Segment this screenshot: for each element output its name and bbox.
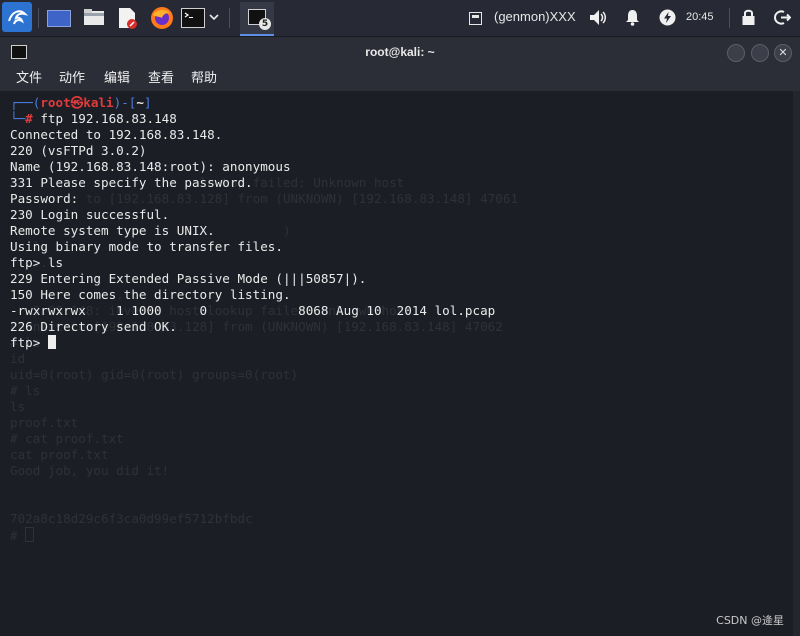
- output-line: Password:: [10, 191, 79, 206]
- file-manager-icon[interactable]: [83, 8, 105, 26]
- ghost-line: #: [10, 527, 35, 543]
- ghost-line: uid=0(root) gid=0(root) groups=0(root): [10, 367, 299, 382]
- output-line: Name (192.168.83.148:root): anonymous: [10, 159, 291, 174]
- ghost-line: # ls: [10, 383, 41, 398]
- prompt-bracket: ]: [143, 95, 152, 110]
- chevron-down-icon[interactable]: [208, 9, 220, 25]
- menu-file[interactable]: 文件: [16, 67, 42, 91]
- prompt-command: ftp 192.168.83.148: [32, 111, 177, 126]
- close-button[interactable]: ✕: [774, 44, 792, 62]
- ghost-line: id: [10, 351, 26, 366]
- output-line: 220 (vsFTPd 3.0.2): [10, 143, 147, 158]
- output-line: ftp> ls: [10, 255, 64, 270]
- watermark: CSDN @逄星: [716, 614, 784, 627]
- firefox-icon[interactable]: [150, 6, 174, 30]
- ghost-line: cat proof.txt: [10, 447, 109, 462]
- ghost-line: # cat proof.txt: [10, 431, 124, 446]
- terminal-scrollbar[interactable]: [793, 91, 800, 636]
- panel-separator: [38, 8, 39, 28]
- text-cursor: [47, 335, 56, 349]
- genmon-label[interactable]: (genmon)XXX: [494, 9, 576, 24]
- menu-bar: 文件 动作 编辑 查看 帮助: [0, 67, 800, 91]
- prompt-corner: ┌──(: [10, 95, 41, 110]
- output-line: Connected to 192.168.83.148.: [10, 127, 223, 142]
- window-count-badge: 5: [259, 18, 271, 30]
- ghost-line: to [192.168.83.128] from (UNKNOWN) [192.…: [10, 191, 518, 206]
- kali-menu-icon[interactable]: [2, 2, 32, 32]
- clock[interactable]: 20:45: [686, 11, 714, 23]
- prompt-dir: ~: [136, 95, 144, 110]
- ghost-line: ls: [10, 399, 26, 414]
- lock-screen-icon[interactable]: [741, 8, 756, 26]
- ghost-line: 702a8c18d29c6f3ca0d99ef5712bfbdc: [10, 511, 253, 526]
- prompt-hash: #: [25, 111, 33, 126]
- prompt-bracket: )-[: [113, 95, 137, 110]
- ghost-cursor: [25, 527, 35, 542]
- panel-separator: [729, 8, 730, 28]
- minimize-button[interactable]: [727, 44, 745, 62]
- prompt-line-2: └─# ftp 192.168.83.148: [10, 111, 177, 127]
- output-line: 226 Directory send OK.: [10, 319, 177, 334]
- notifications-icon[interactable]: [625, 9, 640, 26]
- output-line: Using binary mode to transfer files.: [10, 239, 283, 254]
- prompt-user: root㉿kali: [40, 95, 114, 110]
- close-icon: ✕: [778, 46, 788, 59]
- genmon-icon[interactable]: [469, 10, 482, 25]
- top-panel: 5 (genmon)XXX 20:45: [0, 0, 800, 36]
- output-line: -rwxrwxrwx 1 1000 0 8068 Aug 10 2014 lol…: [10, 303, 496, 318]
- taskbar-terminal-button[interactable]: 5: [240, 2, 274, 36]
- volume-icon[interactable]: [589, 9, 607, 26]
- show-desktop-icon[interactable]: [47, 10, 71, 27]
- menu-help[interactable]: 帮助: [191, 67, 217, 91]
- window-title: root@kali: ~: [365, 45, 435, 59]
- prompt-corner: └─: [10, 111, 26, 126]
- menu-edit[interactable]: 编辑: [104, 67, 130, 91]
- menu-actions[interactable]: 动作: [59, 67, 85, 91]
- ghost-line: proof.txt: [10, 415, 79, 430]
- logout-icon[interactable]: [773, 9, 792, 26]
- prompt-line-1: ┌──(root㉿kali)-[~]: [10, 95, 152, 111]
- output-line: Remote system type is UNIX.: [10, 223, 215, 238]
- output-line: 230 Login successful.: [10, 207, 170, 222]
- output-line: 331 Please specify the password.: [10, 175, 253, 190]
- output-line: 150 Here comes the directory listing.: [10, 287, 291, 302]
- terminal-output[interactable]: lookup failed: Unknown host to [192.168.…: [0, 91, 793, 636]
- ghost-line: Good job, you did it!: [10, 463, 170, 478]
- menu-view[interactable]: 查看: [148, 67, 174, 91]
- ftp-prompt: ftp>: [10, 335, 48, 350]
- window-titlebar[interactable]: root@kali: ~ ✕: [0, 36, 800, 67]
- current-prompt-line[interactable]: ftp>: [10, 335, 56, 351]
- output-line: 229 Entering Extended Passive Mode (|||5…: [10, 271, 367, 286]
- maximize-button[interactable]: [751, 44, 769, 62]
- text-editor-icon[interactable]: [117, 7, 137, 29]
- panel-separator: [229, 8, 230, 28]
- terminal-launcher-icon[interactable]: [181, 8, 205, 28]
- power-manager-icon[interactable]: [659, 9, 676, 26]
